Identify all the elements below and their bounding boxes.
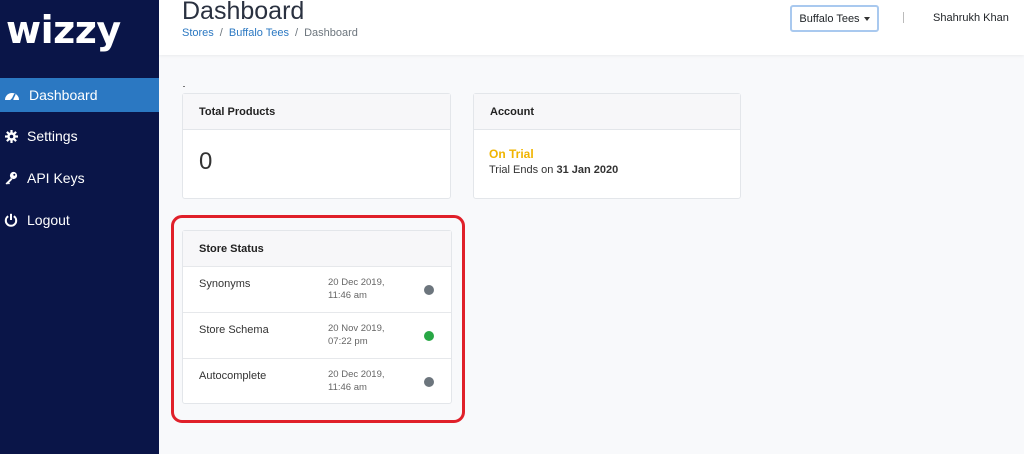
breadcrumb-separator: / (219, 27, 223, 39)
wizzy-logo[interactable]: wizzy (6, 8, 121, 52)
total-products-value: 0 (199, 148, 213, 175)
top-header: Dashboard Stores / Buffalo Tees / Dashboard … (159, 0, 1024, 55)
trial-status: On Trial (489, 147, 534, 161)
breadcrumb-current: Dashboard (304, 27, 358, 39)
sidebar-item-label: Logout (27, 212, 70, 228)
store-select-value: Buffalo Tees (799, 12, 860, 25)
key-icon (3, 170, 19, 186)
sidebar-item-api-keys[interactable]: API Keys (0, 161, 159, 195)
store-select-dropdown[interactable]: Buffalo Tees (790, 5, 879, 32)
power-icon (3, 212, 19, 228)
chevron-down-icon (863, 16, 870, 21)
stray-mark (183, 86, 185, 87)
page-title: Dashboard (182, 0, 305, 25)
user-menu[interactable]: Shahrukh Khan (933, 12, 1009, 24)
card-title: Account (474, 94, 740, 130)
highlight-annotation (171, 215, 465, 423)
trial-ends-prefix: Trial Ends on (489, 164, 554, 176)
trial-ends-date: 31 Jan 2020 (556, 164, 619, 176)
card-title: Total Products (183, 94, 450, 130)
total-products-card: Total Products 0 (182, 93, 451, 199)
breadcrumb-stores-link[interactable]: Stores (182, 27, 214, 39)
breadcrumb-separator: / (295, 27, 299, 39)
sidebar-item-dashboard[interactable]: Dashboard (0, 78, 159, 112)
breadcrumb: Stores / Buffalo Tees / Dashboard (182, 27, 358, 39)
sidebar-item-label: API Keys (27, 170, 85, 186)
sidebar-item-logout[interactable]: Logout (0, 203, 159, 237)
trial-ends-text: Trial Ends on 31 Jan 2020 (489, 164, 618, 176)
header-divider (903, 12, 904, 23)
breadcrumb-store-link[interactable]: Buffalo Tees (229, 27, 289, 39)
sidebar-item-label: Settings (27, 128, 78, 144)
dashboard-icon (4, 87, 20, 103)
account-card: Account On Trial Trial Ends on 31 Jan 20… (473, 93, 741, 199)
sidebar-item-label: Dashboard (29, 87, 98, 103)
sidebar: wizzy Dashboard Settings API Keys Logout (0, 0, 159, 454)
sidebar-item-settings[interactable]: Settings (0, 119, 159, 153)
gear-icon (3, 128, 19, 144)
